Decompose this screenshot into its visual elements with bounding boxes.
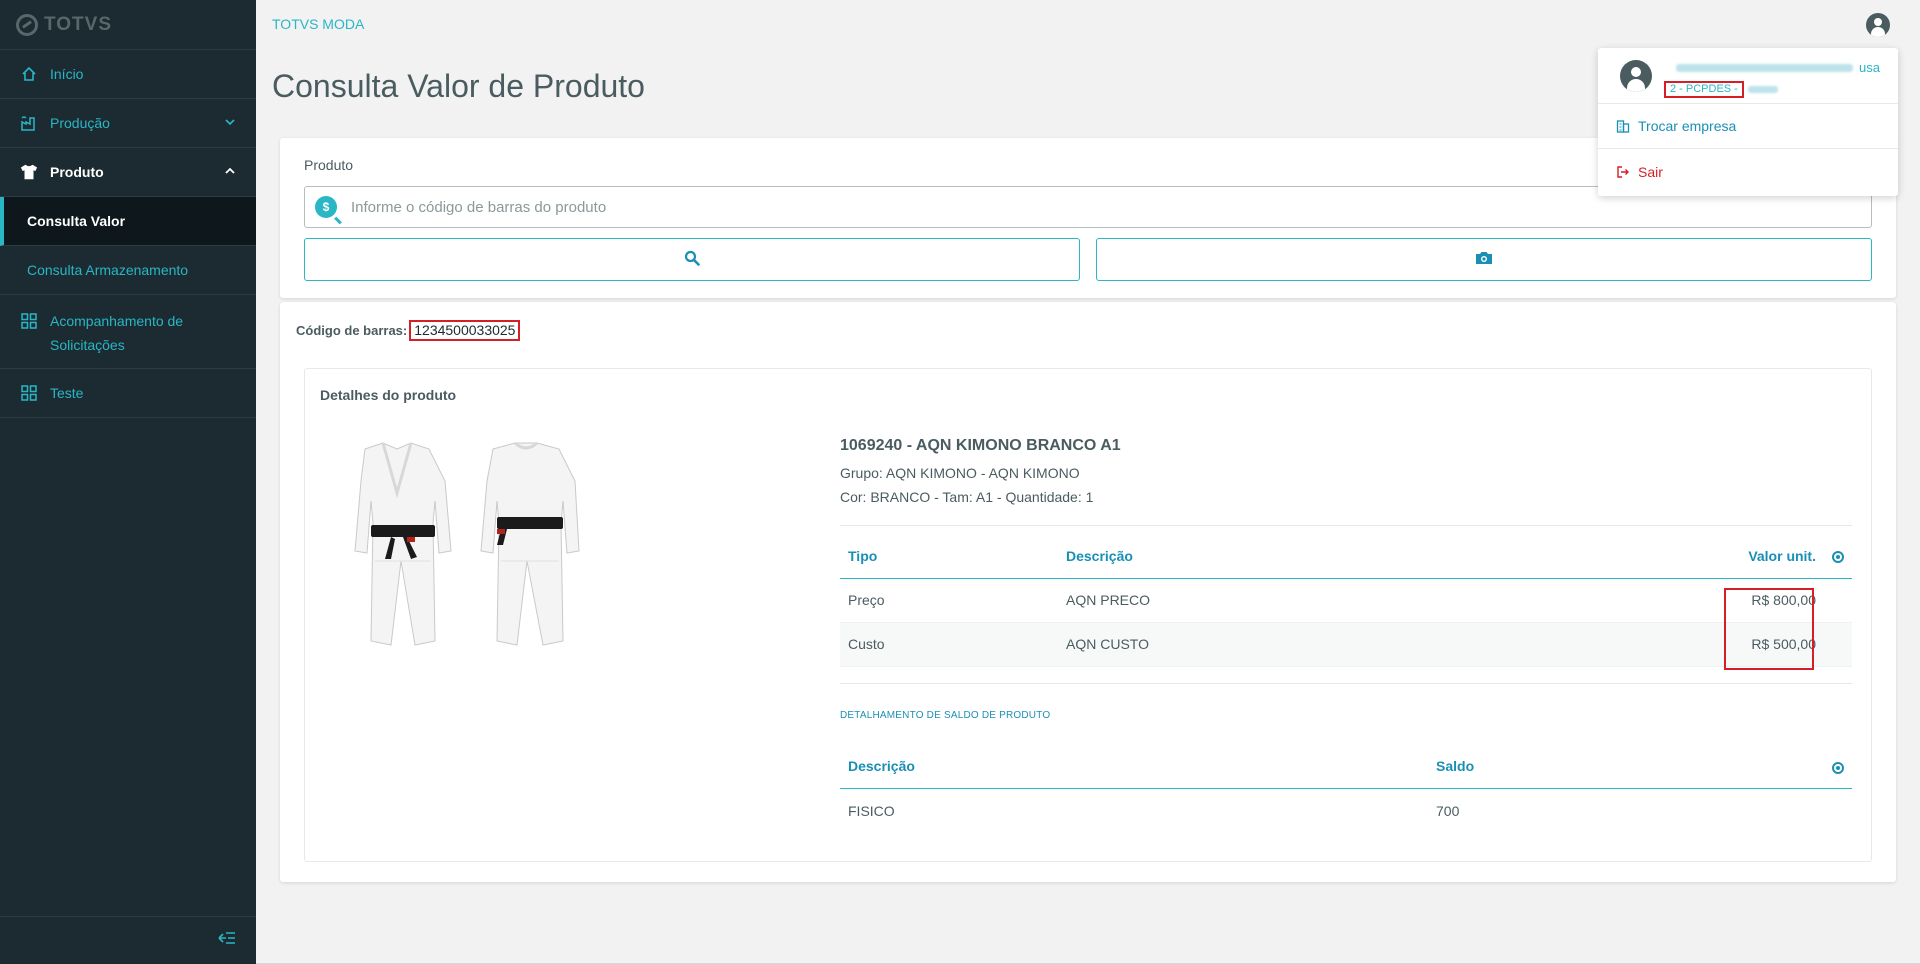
gear-icon <box>1832 551 1844 564</box>
logout-menu-item[interactable]: Sair <box>1598 149 1898 194</box>
column-header-saldo[interactable]: Saldo <box>1428 744 1824 789</box>
avatar <box>1620 60 1652 92</box>
factory-icon <box>20 114 38 132</box>
barcode-value: 1234500033025 <box>409 320 521 341</box>
sidebar-subitem-consulta-armazenamento[interactable]: Consulta Armazenamento <box>0 246 256 295</box>
grid-icon <box>20 312 38 330</box>
sidebar-item-producao[interactable]: Produção <box>0 99 256 148</box>
sidebar-item-label: Produto <box>50 164 104 180</box>
totvs-logo-icon <box>16 13 38 36</box>
logo-text: TOTVS <box>44 13 112 35</box>
cell-tipo: Custo <box>840 622 1058 667</box>
table-settings-button[interactable] <box>1824 744 1852 789</box>
sidebar-item-inicio[interactable]: Início <box>0 50 256 99</box>
column-header-tipo[interactable]: Tipo <box>840 534 1058 579</box>
column-header-descricao[interactable]: Descrição <box>1058 534 1674 579</box>
product-result-card: Código de barras: 1234500033025 Detalhes… <box>280 302 1896 882</box>
divider <box>840 525 1852 526</box>
product-label: Produto <box>304 157 354 173</box>
redacted-text <box>1747 86 1778 93</box>
search-icon <box>684 250 700 269</box>
company-code: 2 - PCPDES - <box>1664 81 1744 98</box>
price-table: Tipo Descrição Valor unit. Preço AQN PRE… <box>840 534 1852 667</box>
cell-saldo: 700 <box>1436 802 1460 819</box>
totvs-logo[interactable]: TOTVS <box>0 0 256 50</box>
product-group: Grupo: AQN KIMONO - AQN KIMONO <box>840 465 1080 481</box>
column-header-valor-unit[interactable]: Valor unit. <box>1674 534 1824 579</box>
cell-descricao: AQN PRECO <box>1058 578 1674 623</box>
user-company: 2 - PCPDES - <box>1664 81 1778 98</box>
grid-icon <box>20 384 38 402</box>
sidebar-subitem-consulta-valor[interactable]: Consulta Valor <box>0 197 256 246</box>
gear-icon <box>1832 761 1844 774</box>
table-header-row: Tipo Descrição Valor unit. <box>840 534 1852 579</box>
price-search-icon: $ <box>315 196 337 218</box>
sidebar-item-produto[interactable]: Produto <box>0 148 256 197</box>
details-title: Detalhes do produto <box>320 387 457 403</box>
sidebar-item-acompanhamento[interactable]: Acompanhamento de Solicitações <box>0 295 256 369</box>
table-row: FISICO 700 <box>840 789 1852 833</box>
sidebar-item-label: Produção <box>50 115 110 131</box>
sidebar-item-label: Acompanhamento de Solicitações <box>50 313 184 353</box>
logout-icon <box>1616 165 1630 179</box>
balance-detail-link[interactable]: DETALHAMENTO DE SALDO DE PRODUTO <box>840 710 1852 721</box>
user-icon <box>1874 18 1882 26</box>
product-info: 1069240 - AQN KIMONO BRANCO A1 Grupo: AQ… <box>840 437 1852 833</box>
table-header-row: Descrição Saldo <box>840 744 1852 789</box>
chevron-down-icon <box>224 115 236 131</box>
sidebar-item-label: Consulta Valor <box>27 213 126 229</box>
sidebar-item-label: Teste <box>50 385 84 401</box>
table-row: Preço AQN PRECO R$ 800,00 <box>840 578 1852 623</box>
cell-tipo: Preço <box>840 578 1058 623</box>
app-name[interactable]: TOTVS MODA <box>272 16 364 32</box>
camera-icon <box>1475 251 1493 268</box>
divider <box>840 682 1852 684</box>
redacted-text <box>1676 63 1854 72</box>
switch-company-menu-item[interactable]: Trocar empresa <box>1598 104 1898 149</box>
cell-descricao: FISICO <box>848 802 895 819</box>
product-details-panel: Detalhes do produto 1069240 - AQN KIMONO… <box>304 368 1872 862</box>
search-button[interactable] <box>304 238 1080 281</box>
user-name: usa <box>1676 60 1880 75</box>
page-title: Consulta Valor de Produto <box>272 68 645 104</box>
barcode-row: Código de barras: 1234500033025 <box>296 320 521 341</box>
sidebar: TOTVS Início Produção Produto Consulta V… <box>0 0 256 964</box>
cell-descricao: AQN CUSTO <box>1058 622 1674 667</box>
sidebar-item-label: Consulta Armazenamento <box>27 262 189 278</box>
product-attributes: Cor: BRANCO - Tam: A1 - Quantidade: 1 <box>840 489 1094 505</box>
chevron-up-icon <box>224 164 236 180</box>
column-header-descricao[interactable]: Descrição <box>840 744 1428 789</box>
top-bar: TOTVS MODA <box>256 0 1920 50</box>
user-avatar-button[interactable] <box>1866 13 1890 37</box>
user-menu-dropdown: usa 2 - PCPDES - Trocar empresa Sair <box>1598 48 1898 196</box>
building-icon <box>1616 119 1630 133</box>
balance-table: Descrição Saldo FISICO 700 <box>840 744 1852 833</box>
barcode-label: Código de barras: <box>296 323 408 338</box>
menu-item-label: Sair <box>1638 163 1663 180</box>
menu-item-label: Trocar empresa <box>1638 118 1737 134</box>
product-name: 1069240 - AQN KIMONO BRANCO A1 <box>840 437 1121 454</box>
camera-scan-button[interactable] <box>1096 238 1872 281</box>
sidebar-item-teste[interactable]: Teste <box>0 369 256 418</box>
cell-valor: R$ 500,00 <box>1674 622 1824 667</box>
user-info: usa 2 - PCPDES - <box>1598 48 1898 104</box>
shirt-icon <box>20 163 38 181</box>
table-row: Custo AQN CUSTO R$ 500,00 <box>840 622 1852 667</box>
sidebar-item-label: Início <box>50 66 84 82</box>
collapse-menu-button[interactable] <box>0 916 256 964</box>
table-settings-button[interactable] <box>1824 534 1852 579</box>
collapse-menu-icon <box>218 931 236 950</box>
home-icon <box>20 65 38 83</box>
barcode-input[interactable] <box>351 198 1851 216</box>
product-image <box>335 441 585 651</box>
user-name-suffix: usa <box>1859 60 1880 75</box>
cell-valor: R$ 800,00 <box>1674 578 1824 623</box>
